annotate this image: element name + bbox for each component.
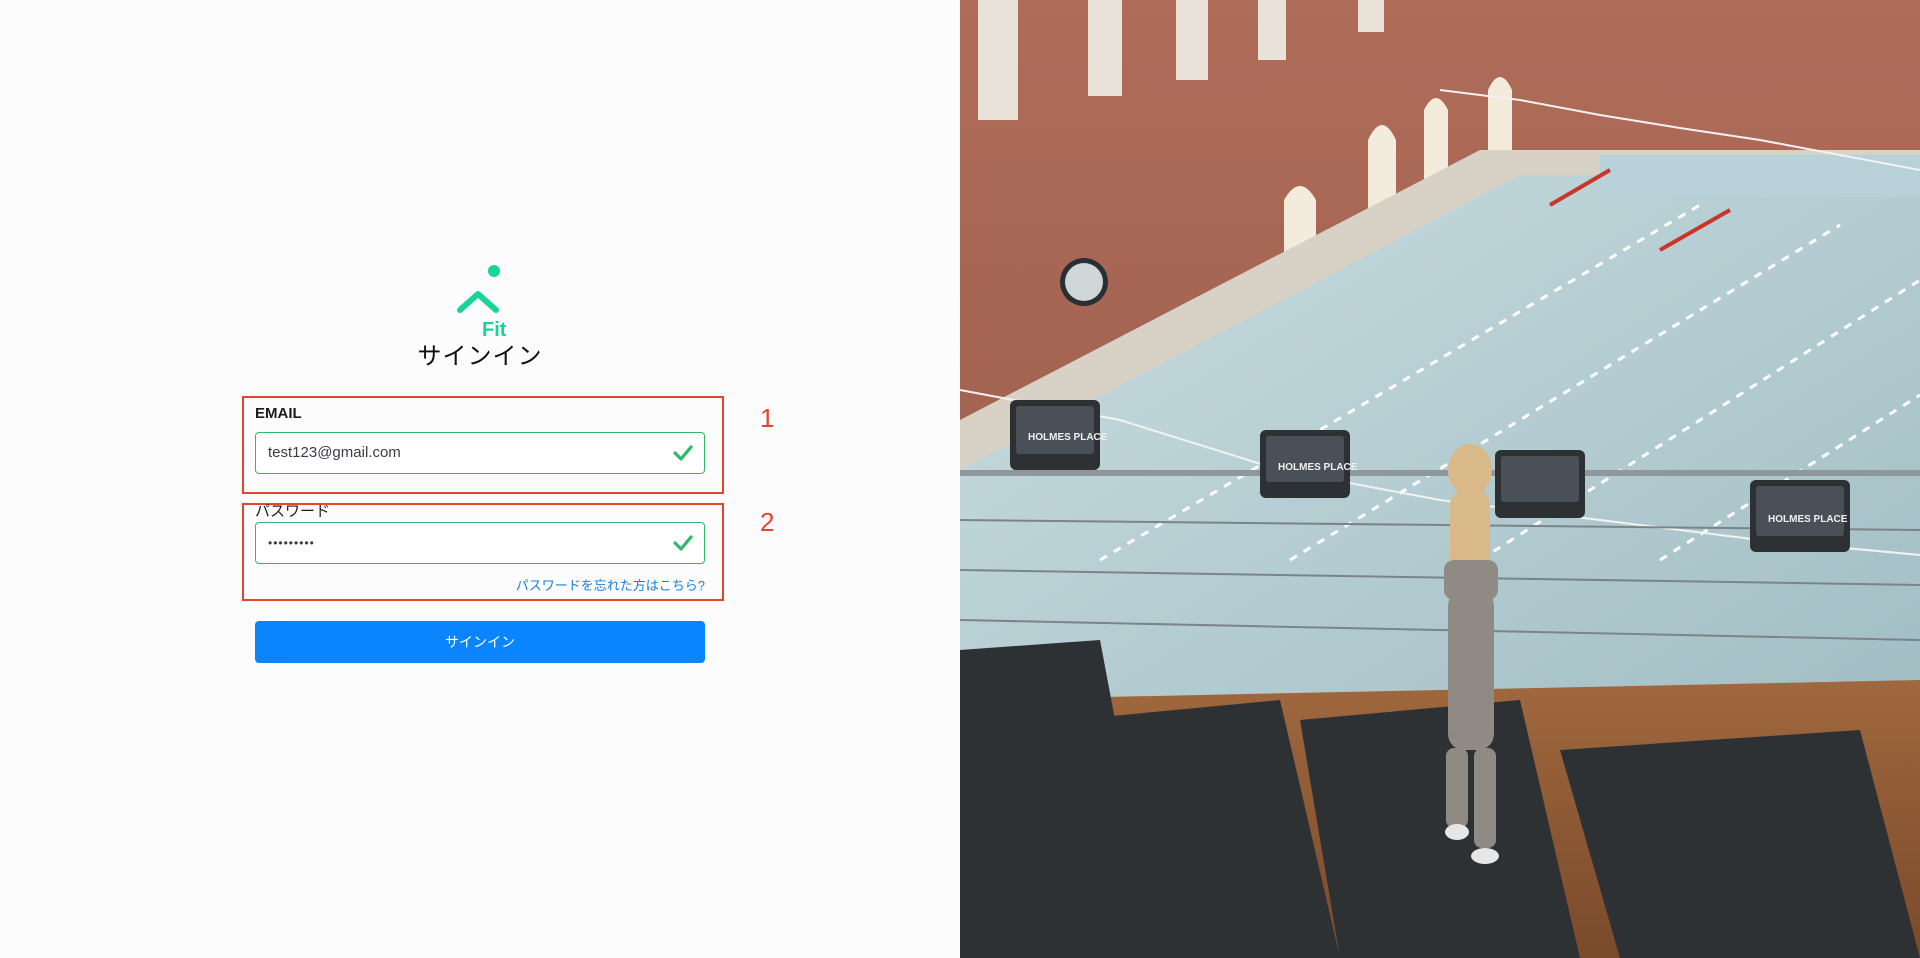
- password-label: パスワード: [255, 503, 331, 520]
- annotation-number-1: 1: [760, 403, 775, 433]
- password-field-wrapper[interactable]: [255, 522, 705, 564]
- check-icon: [673, 445, 693, 461]
- email-field[interactable]: [268, 433, 658, 472]
- annotation-number-2: 2: [760, 507, 775, 537]
- email-field-wrapper[interactable]: [255, 432, 705, 474]
- check-icon: [673, 535, 693, 551]
- signin-button[interactable]: サインイン: [255, 621, 705, 663]
- password-field[interactable]: [268, 523, 658, 562]
- fit-logo: Fit: [457, 265, 507, 340]
- hero-image: HOLMES PLACE HOLMES PLACE HOLMES PLACE: [960, 0, 1920, 958]
- page-title: サインイン: [417, 343, 543, 370]
- treadmill-brand-text: HOLMES PLACE: [1028, 432, 1108, 443]
- treadmill-brand-text: HOLMES PLACE: [1278, 462, 1358, 473]
- gym-photo: HOLMES PLACE HOLMES PLACE HOLMES PLACE: [960, 0, 1920, 958]
- forgot-password-link[interactable]: パスワードを忘れた方はこちら?: [400, 575, 705, 594]
- email-label: EMAIL: [255, 405, 302, 422]
- treadmill-brand-text: HOLMES PLACE: [1768, 514, 1848, 525]
- signin-panel: Fit サインイン 1 2 EMAIL パスワード パスワードを忘れた方はこちら…: [0, 0, 960, 958]
